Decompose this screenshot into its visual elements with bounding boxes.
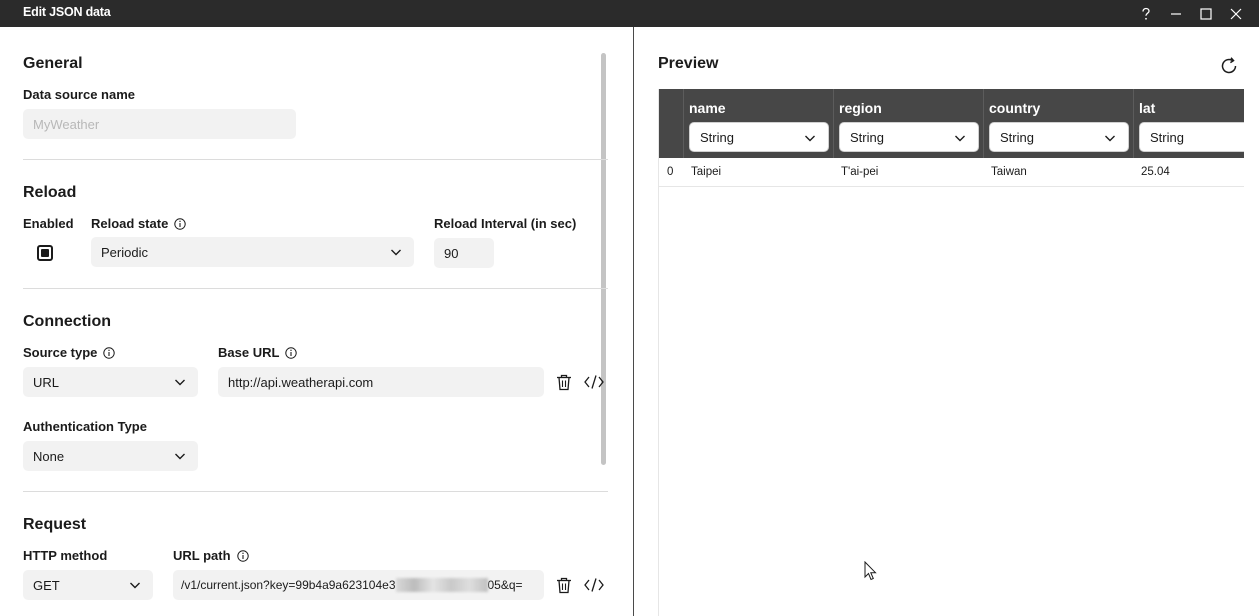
scrollbar-thumb[interactable] — [601, 53, 606, 465]
divider — [23, 288, 608, 289]
chevron-down-icon — [175, 379, 185, 386]
grid-header: name String region String country String — [659, 89, 1244, 158]
info-icon[interactable] — [236, 549, 249, 562]
column-type-select[interactable]: String — [689, 122, 829, 152]
chevron-down-icon — [805, 135, 815, 142]
column-header: country String — [983, 89, 1133, 158]
chevron-down-icon — [955, 135, 965, 142]
column-name: name — [689, 100, 726, 116]
chevron-down-icon — [391, 249, 401, 256]
table-cell: 25.04 — [1141, 166, 1170, 178]
http-method-label: HTTP method — [23, 548, 108, 563]
http-method-select[interactable]: GET — [23, 570, 153, 600]
mouse-cursor-icon — [864, 561, 877, 581]
auth-type-label: Authentication Type — [23, 419, 147, 434]
close-icon[interactable] — [1221, 0, 1251, 27]
info-icon[interactable] — [285, 346, 298, 359]
column-header: lat String — [1133, 89, 1244, 158]
code-icon[interactable] — [583, 372, 605, 392]
column-type-select[interactable]: String — [1139, 122, 1244, 152]
url-path-label: URL path — [173, 548, 249, 563]
general-heading: General — [23, 55, 83, 72]
column-name: region — [839, 100, 882, 116]
enabled-checkbox[interactable] — [37, 245, 53, 261]
info-icon[interactable] — [174, 217, 187, 230]
source-type-select[interactable]: URL — [23, 367, 198, 397]
base-url-input[interactable]: http://api.weatherapi.com — [218, 367, 544, 397]
chevron-down-icon — [130, 582, 140, 589]
column-type-select[interactable]: String — [839, 122, 979, 152]
source-type-label: Source type — [23, 345, 116, 360]
help-icon[interactable] — [1131, 0, 1161, 27]
chevron-down-icon — [1105, 135, 1115, 142]
divider — [23, 491, 608, 492]
config-panel: General Data source name MyWeather Reloa… — [0, 27, 633, 616]
row-index: 0 — [667, 166, 674, 178]
table-cell: T'ai-pei — [841, 166, 879, 178]
column-name: country — [989, 100, 1041, 116]
chevron-down-icon — [175, 453, 185, 460]
title-bar: Edit JSON data — [0, 0, 1259, 27]
divider — [23, 159, 608, 160]
redacted-text — [395, 578, 488, 592]
maximize-icon[interactable] — [1191, 0, 1221, 27]
info-icon[interactable] — [103, 346, 116, 359]
column-name: lat — [1139, 100, 1156, 116]
trash-icon[interactable] — [554, 372, 574, 392]
column-header: name String — [683, 89, 833, 158]
connection-heading: Connection — [23, 313, 111, 330]
url-path-input[interactable]: /v1/current.json?key=99b4a9a623104e3 05&q… — [173, 570, 544, 600]
reload-state-label: Reload state — [91, 216, 187, 231]
request-heading: Request — [23, 516, 87, 533]
preview-grid: name String region String country String — [658, 89, 1244, 616]
trash-icon[interactable] — [554, 575, 574, 595]
table-cell: Taiwan — [991, 166, 1027, 178]
minimize-icon[interactable] — [1161, 0, 1191, 27]
base-url-label: Base URL — [218, 345, 298, 360]
reload-interval-input[interactable]: 90 — [434, 238, 494, 268]
auth-type-select[interactable]: None — [23, 441, 198, 471]
table-cell: Taipei — [691, 166, 722, 178]
window-title: Edit JSON data — [23, 5, 111, 19]
reload-state-select[interactable]: Periodic — [91, 237, 414, 267]
enabled-label: Enabled — [23, 216, 74, 231]
data-source-name-input[interactable]: MyWeather — [23, 109, 296, 139]
reload-interval-label: Reload Interval (in sec) — [434, 216, 577, 231]
code-icon[interactable] — [583, 575, 605, 595]
table-row[interactable]: 0 Taipei T'ai-pei Taiwan 25.04 — [659, 158, 1244, 187]
data-source-name-label: Data source name — [23, 87, 135, 102]
column-type-select[interactable]: String — [989, 122, 1129, 152]
preview-heading: Preview — [658, 55, 719, 72]
reload-heading: Reload — [23, 184, 77, 201]
preview-panel: Preview name String region String countr… — [634, 27, 1259, 616]
column-header: region String — [833, 89, 983, 158]
refresh-icon[interactable] — [1219, 56, 1239, 76]
